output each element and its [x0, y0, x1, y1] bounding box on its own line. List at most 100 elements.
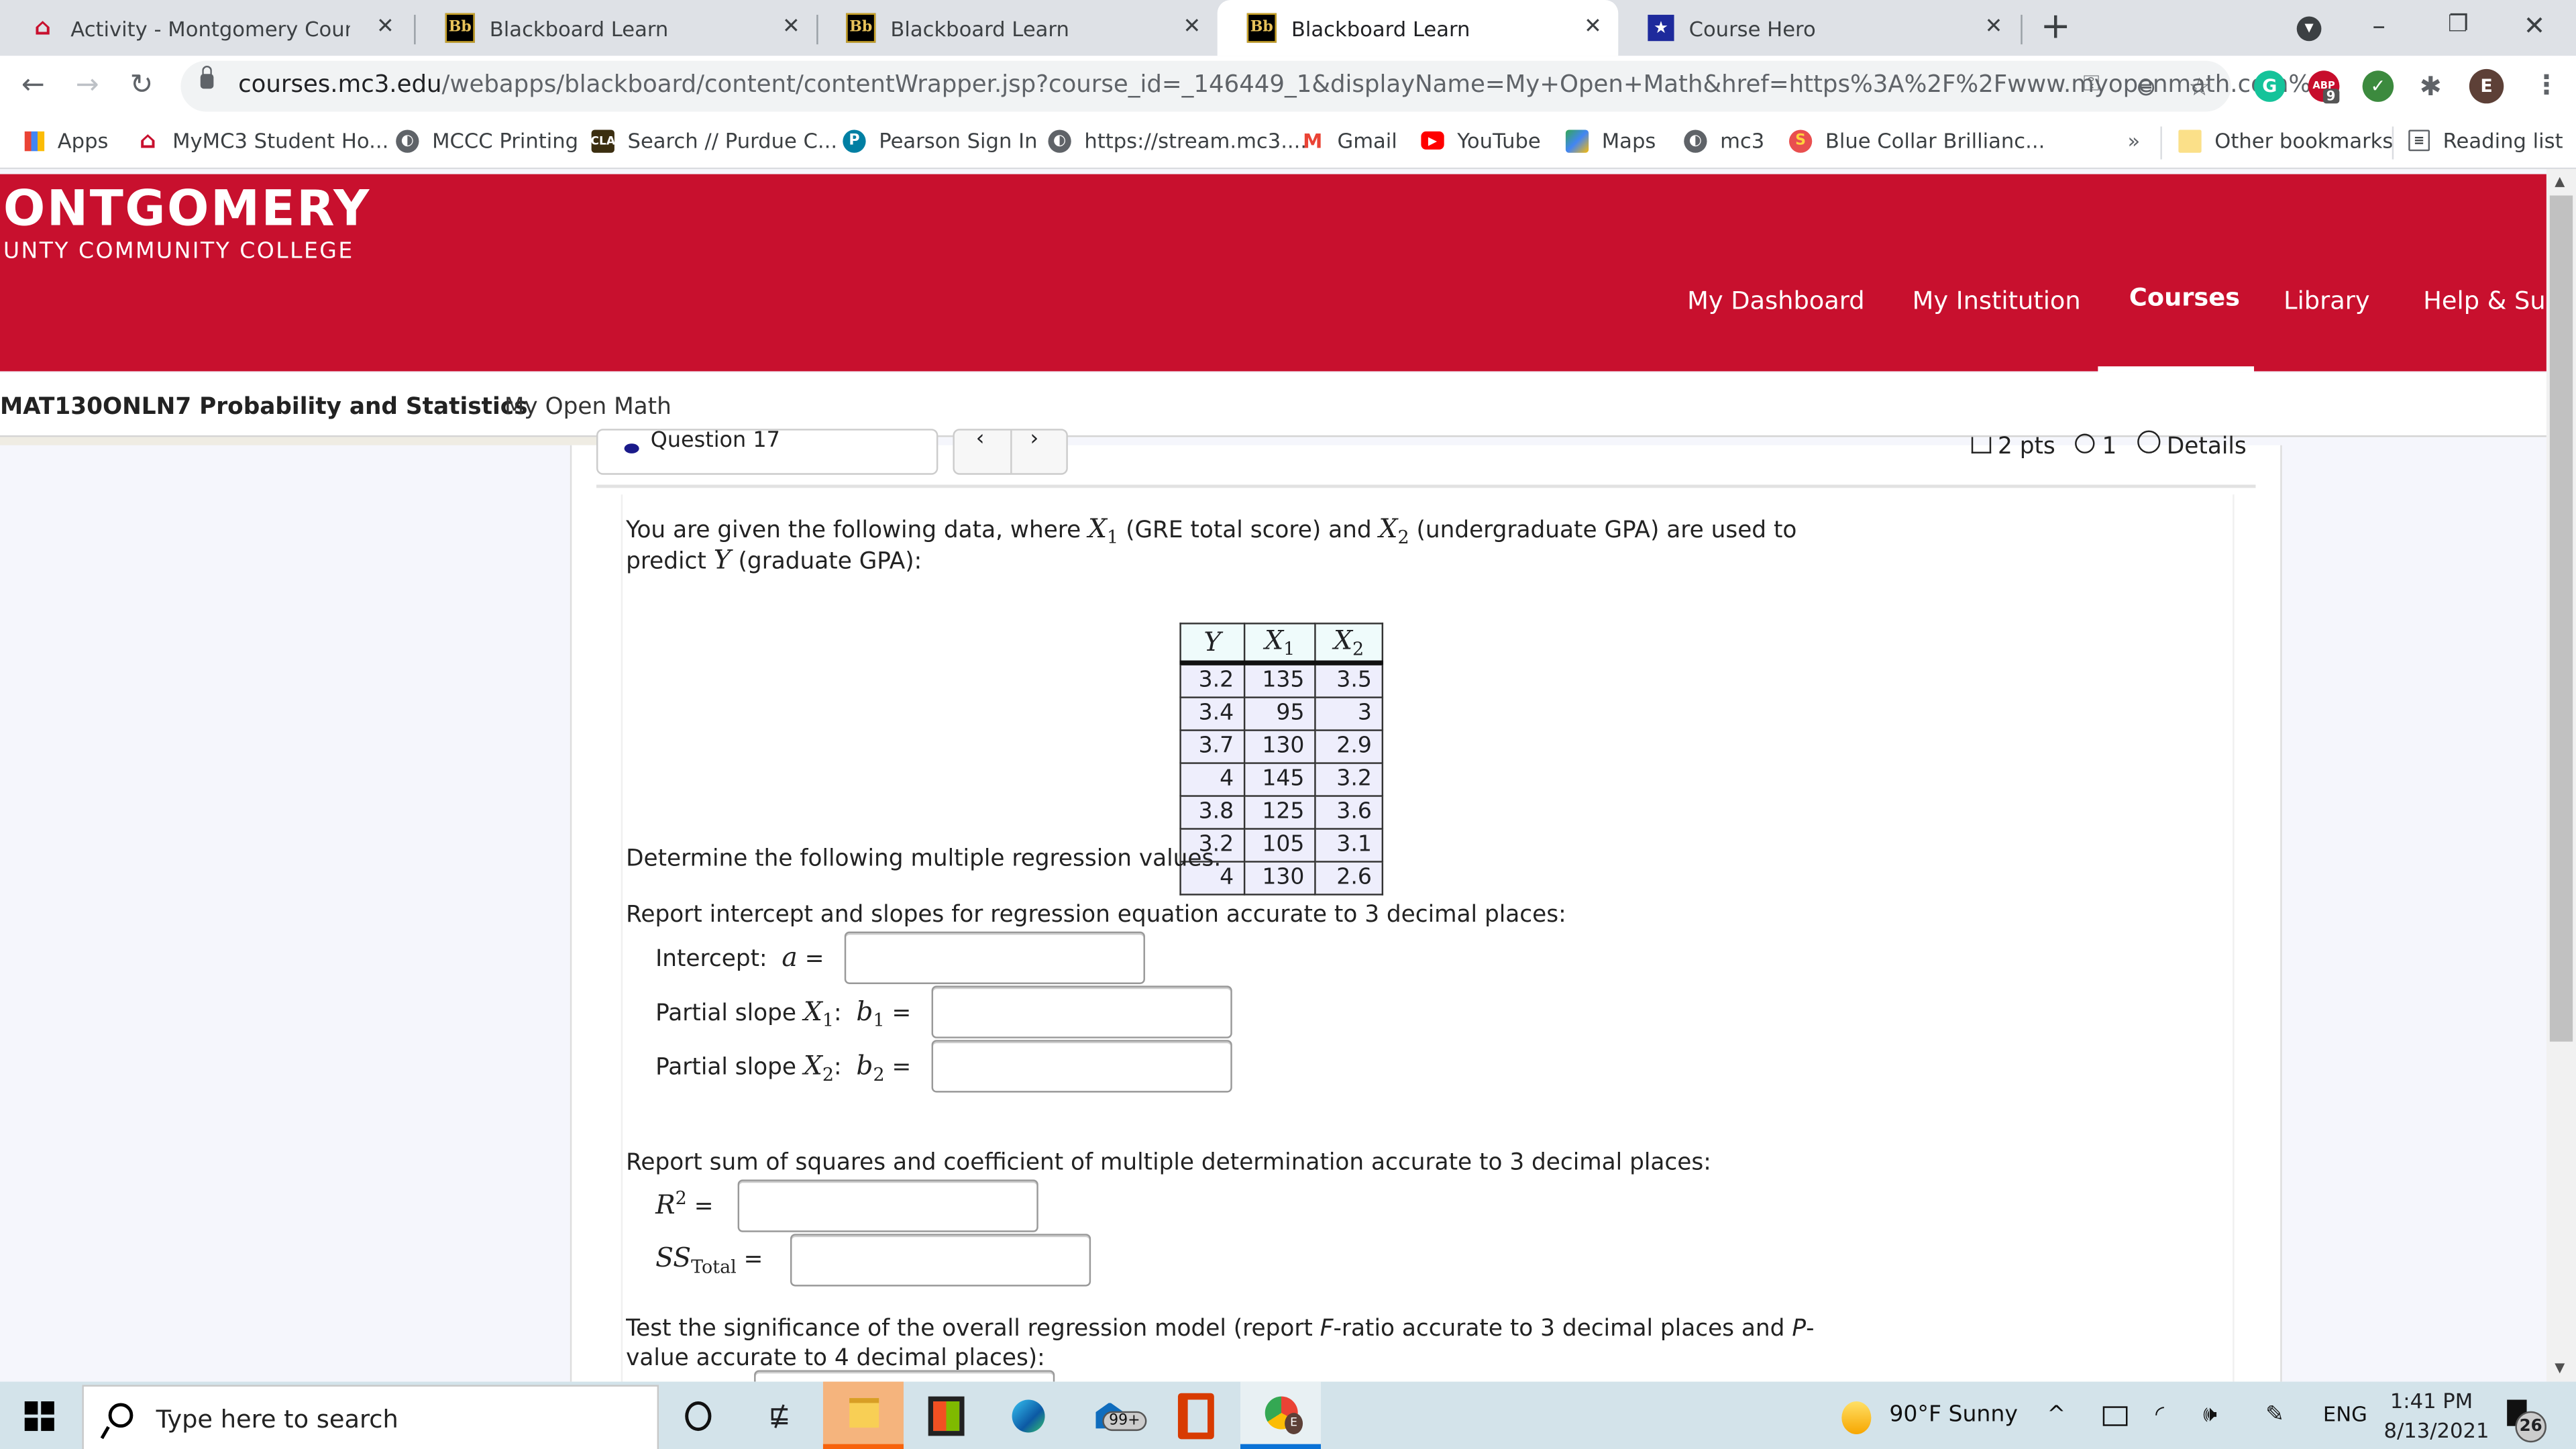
close-window-button[interactable]: ✕: [2524, 10, 2546, 42]
table-row: 3.4 95 3: [1179, 696, 1384, 731]
back-arrow-icon[interactable]: ←: [21, 69, 45, 102]
new-tab-button[interactable]: +: [2041, 7, 2071, 48]
nav-help-support[interactable]: Help & Sup: [2423, 286, 2546, 315]
bookmark-apps[interactable]: Apps: [24, 128, 108, 153]
reading-list-icon: ≡: [2408, 129, 2430, 152]
details-link[interactable]: Details: [2167, 434, 2247, 460]
details-icon: [2137, 430, 2161, 453]
bookmark-stream[interactable]: ◐ https://stream.mc3....: [1048, 128, 1307, 153]
tab-blackboard-1[interactable]: Bb Blackboard Learn ✕: [416, 0, 817, 56]
bookmark-pearson[interactable]: P Pearson Sign In: [843, 128, 1038, 153]
close-tab-icon[interactable]: ✕: [1584, 15, 1602, 40]
task-view-icon[interactable]: ⋢: [739, 1382, 820, 1449]
question-nav: ‹ ›: [953, 427, 1068, 475]
other-bookmarks[interactable]: Other bookmarks: [2178, 128, 2393, 153]
wifi-icon[interactable]: ◜: [2155, 1401, 2164, 1428]
breadcrumb-course[interactable]: MAT130ONLN7 Probability and Statistics: [0, 394, 528, 421]
forward-arrow-icon[interactable]: →: [76, 69, 99, 102]
tab-course-hero[interactable]: ★ Course Hero ✕: [1618, 0, 2019, 56]
globe-icon: ◐: [1048, 129, 1071, 152]
puzzle-extensions-icon[interactable]: ✱: [2415, 70, 2447, 102]
text: =: [892, 1000, 912, 1027]
nav-my-institution[interactable]: My Institution: [1913, 286, 2081, 315]
weather-text[interactable]: 90°F Sunny: [1889, 1401, 2018, 1428]
grammarly-icon[interactable]: G: [2254, 70, 2286, 102]
f-ratio-input[interactable]: [754, 1370, 1055, 1382]
tab-blackboard-2[interactable]: Bb Blackboard Learn ✕: [816, 0, 1218, 56]
taskbar-search-input[interactable]: Type here to search: [82, 1385, 659, 1449]
bookmark-maps[interactable]: Maps: [1565, 128, 1656, 153]
ss-total-input[interactable]: [790, 1234, 1091, 1287]
scroll-down-arrow-icon[interactable]: ▼: [2555, 1360, 2565, 1375]
bookmark-star-icon[interactable]: ☆: [2188, 72, 2210, 102]
nav-courses[interactable]: Courses: [2129, 282, 2240, 312]
windows-start-icon[interactable]: [24, 1401, 54, 1432]
key-icon[interactable]: ⚿: [2083, 72, 2099, 97]
adblock-icon[interactable]: ABP 9: [2308, 70, 2340, 104]
bookmark-gmail[interactable]: M Gmail: [1301, 128, 1397, 153]
bookmark-label: https://stream.mc3....: [1084, 128, 1307, 153]
table-row: 3.2 135 3.5: [1179, 661, 1384, 698]
show-hidden-icons-chevron-icon[interactable]: ^: [2047, 1401, 2065, 1428]
scrollbar-thumb[interactable]: [2549, 195, 2573, 1042]
bookmark-youtube[interactable]: ▶ YouTube: [1421, 128, 1541, 153]
clock[interactable]: 1:41 PM 8/13/2021: [2383, 1388, 2489, 1442]
tab-activity[interactable]: ⌂ Activity - Montgomery County Co ✕: [0, 0, 411, 56]
college-logo-title[interactable]: ONTGOMERY: [3, 180, 371, 238]
close-tab-icon[interactable]: ✕: [376, 15, 394, 40]
reload-icon[interactable]: ↻: [129, 69, 153, 102]
close-tab-icon[interactable]: ✕: [1985, 15, 2003, 40]
chrome-icon[interactable]: E: [1240, 1381, 1321, 1449]
cortana-icon[interactable]: [657, 1382, 738, 1449]
edge-icon[interactable]: [987, 1382, 1068, 1449]
nav-my-dashboard[interactable]: My Dashboard: [1687, 286, 1864, 315]
next-question-button[interactable]: ›: [1030, 427, 1039, 452]
zoom-out-icon[interactable]: ⊖: [2136, 72, 2157, 102]
close-tab-icon[interactable]: ✕: [782, 15, 800, 40]
volume-icon[interactable]: 🕪: [2203, 1401, 2217, 1428]
tab-blackboard-active[interactable]: Bb Blackboard Learn ✕: [1217, 0, 1619, 56]
intercept-input[interactable]: [844, 931, 1145, 984]
bookmark-printing[interactable]: ◐ MCCC Printing: [396, 128, 578, 153]
slope-b1-input[interactable]: [931, 985, 1232, 1038]
pen-icon[interactable]: ✎: [2265, 1401, 2284, 1428]
bookmark-mc3[interactable]: ◐ mc3: [1684, 128, 1764, 153]
bookmark-blue-collar[interactable]: S Blue Collar Brillianc...: [1788, 128, 2045, 153]
bookmarks-overflow-button[interactable]: »: [2127, 128, 2140, 153]
checkmark-extension-icon[interactable]: ✓: [2362, 70, 2394, 102]
url-text[interactable]: courses.mc3.edu/webapps/blackboard/conte…: [238, 72, 2334, 99]
reading-list[interactable]: ≡ Reading list: [2408, 128, 2563, 153]
r-squared-input[interactable]: [737, 1179, 1038, 1232]
scroll-up-arrow-icon[interactable]: ▲: [2555, 174, 2565, 189]
page-scrollbar[interactable]: ▲ ▼: [2546, 169, 2576, 1382]
section-intercept-slopes: Report intercept and slopes for regressi…: [626, 902, 1566, 928]
bookmark-mymc3[interactable]: ⌂ MyMC3 Student Ho...: [136, 127, 388, 154]
adblock-badge: 9: [2322, 89, 2339, 104]
header-text: X: [1334, 624, 1352, 656]
file-explorer-icon[interactable]: [822, 1381, 904, 1449]
slope-b2-input[interactable]: [931, 1040, 1232, 1093]
battery-icon[interactable]: [2102, 1406, 2128, 1426]
nav-library[interactable]: Library: [2284, 286, 2369, 315]
folder-icon: [2178, 129, 2202, 152]
text: You are given the following data, where: [626, 517, 1089, 544]
language-indicator[interactable]: ENG: [2323, 1401, 2367, 1426]
tab-search-icon[interactable]: ▼: [2296, 16, 2322, 42]
mail-icon[interactable]: 99+: [1069, 1382, 1150, 1449]
profile-avatar[interactable]: E: [2469, 68, 2504, 104]
text: =: [892, 1055, 912, 1081]
close-tab-icon[interactable]: ✕: [1183, 15, 1201, 40]
address-bar[interactable]: courses.mc3.edu/webapps/blackboard/conte…: [180, 60, 2334, 112]
bookmark-label: Reading list: [2443, 128, 2563, 153]
microsoft-store-icon[interactable]: [905, 1382, 985, 1449]
menu-kebab-icon[interactable]: ⋮: [2533, 69, 2559, 101]
bookmark-purdue[interactable]: CLA Search // Purdue C...: [590, 128, 837, 153]
prev-question-button[interactable]: ‹: [976, 427, 985, 452]
office-icon[interactable]: [1155, 1382, 1236, 1449]
restore-button[interactable]: ❐: [2448, 11, 2469, 38]
bookmark-label: Other bookmarks: [2214, 128, 2394, 153]
minimize-button[interactable]: –: [2372, 10, 2385, 42]
search-icon: [108, 1403, 133, 1428]
question-selector[interactable]: Question 17: [596, 429, 938, 475]
question-meta: 2 pts 1 Details: [1971, 430, 2247, 460]
